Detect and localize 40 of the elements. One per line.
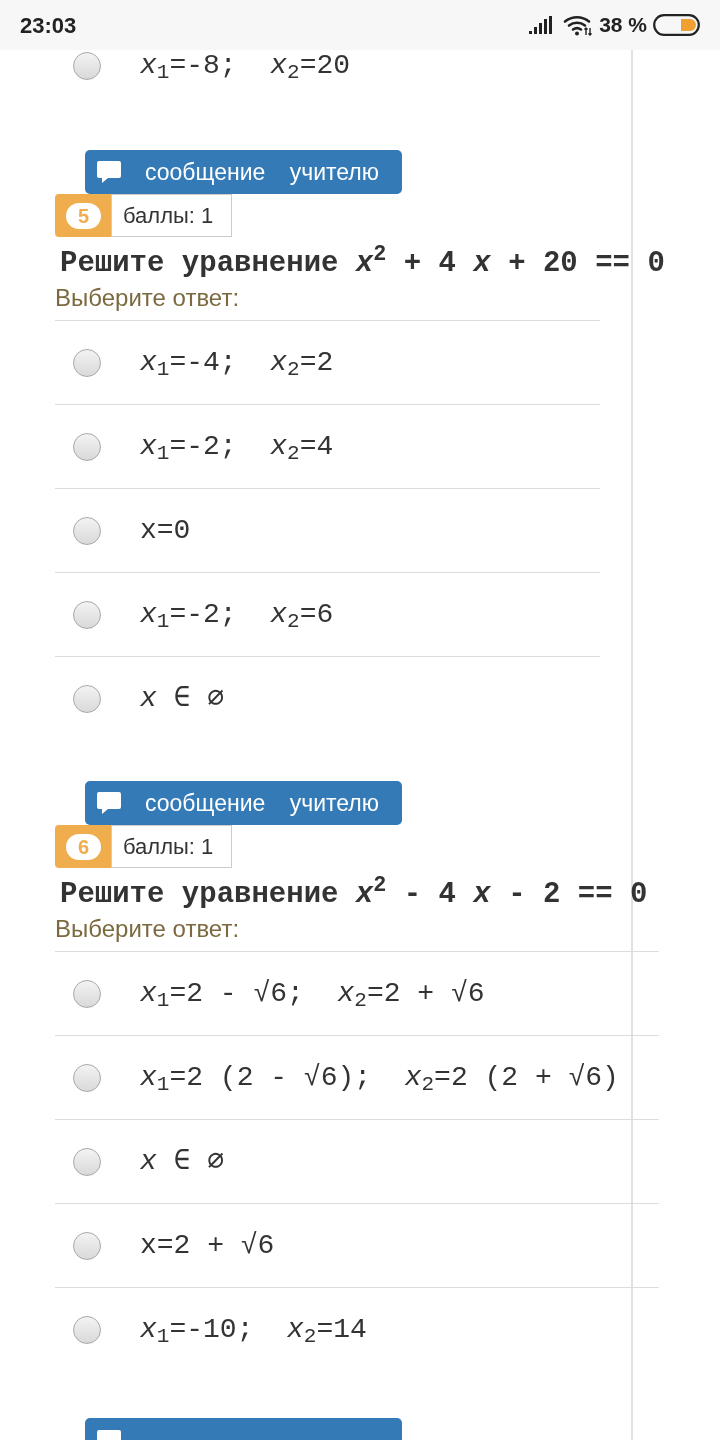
answer-prompt: Выберите ответ: — [55, 283, 240, 313]
answer-option: x$_{1}$=2 (2 - √6); x$_{2}$=2 (2 + √6) — [140, 1059, 619, 1096]
points-label: баллы: 1 — [111, 825, 232, 868]
answer-option: x ∈ ∅ — [140, 1143, 225, 1180]
message-button[interactable]: сообщение учителю — [85, 150, 402, 194]
question-text: Решите уравнение x$^{2}$ - 4 x - 2 == 0 — [60, 878, 648, 912]
question-number: 5 — [66, 202, 101, 229]
wifi-icon — [563, 14, 594, 36]
answer-option: x$_{1}$=2 - √6; x$_{2}$=2 + √6 — [140, 975, 485, 1012]
message-button[interactable]: сообщение учителю — [85, 781, 402, 825]
battery-icon — [653, 14, 700, 36]
radio-button[interactable] — [73, 1147, 101, 1176]
status-time: 23:03 — [20, 11, 77, 40]
answer-option: x$_{1}$=-2; x$_{2}$=4 — [140, 428, 334, 465]
question-text: Решите уравнение x$^{2}$ + 4 x + 20 == 0 — [60, 247, 665, 281]
chat-icon — [97, 161, 121, 183]
radio-button[interactable] — [73, 52, 101, 80]
answer-option: x$_{1}$=-10; x$_{2}$=14 — [140, 1312, 367, 1348]
radio-button[interactable] — [73, 516, 101, 545]
radio-button[interactable] — [73, 600, 101, 629]
answer-option: x$_{1}$=-2; x$_{2}$=6 — [140, 596, 334, 633]
radio-button[interactable] — [73, 1231, 101, 1260]
answer-option: x ∈ ∅ — [140, 681, 225, 717]
answer-option: x$_{1}$=-8; x$_{2}$=20 — [140, 48, 351, 84]
radio-button[interactable] — [73, 432, 101, 461]
radio-button[interactable] — [73, 1316, 101, 1344]
radio-button[interactable] — [73, 1063, 101, 1092]
chat-icon — [97, 792, 121, 814]
radio-button[interactable] — [73, 348, 101, 377]
answer-prompt: Выберите ответ: — [55, 914, 240, 944]
answer-option: x$_{1}$=-4; x$_{2}$=2 — [140, 344, 334, 381]
question-number: 6 — [66, 833, 101, 860]
answer-option: x=0 — [140, 512, 191, 549]
message-button[interactable] — [85, 1418, 402, 1440]
points-label: баллы: 1 — [111, 194, 232, 237]
radio-button[interactable] — [73, 979, 101, 1008]
chat-icon — [97, 1430, 121, 1440]
battery-text: 38 % — [599, 12, 647, 39]
answer-option: x=2 + √6 — [140, 1227, 275, 1264]
radio-button[interactable] — [73, 685, 101, 713]
